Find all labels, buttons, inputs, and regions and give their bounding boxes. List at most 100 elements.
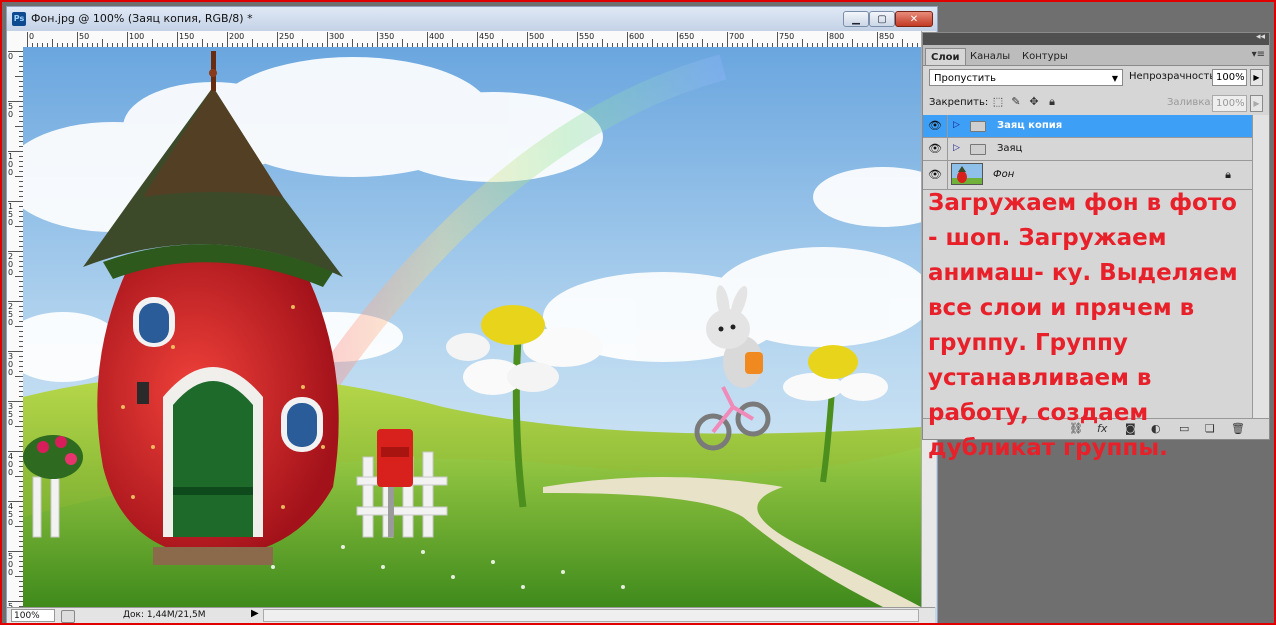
zoom-level-field[interactable]: 100%: [11, 609, 55, 622]
layer-thumbnail: [951, 163, 983, 185]
ruler-minor-tick: [15, 126, 23, 127]
ruler-minor-tick: [452, 39, 453, 47]
horizontal-scrollbar[interactable]: [263, 609, 919, 622]
lock-all-icon[interactable]: 🔒︎: [1045, 95, 1059, 109]
layer-lock-icon: 🔒︎: [1225, 168, 1231, 181]
panel-menu-icon[interactable]: ▾≡: [1252, 49, 1265, 60]
maximize-button[interactable]: ▢: [869, 11, 895, 27]
vertical-ruler[interactable]: 050100150200250300350400450500550: [7, 47, 24, 607]
opacity-field[interactable]: 100%: [1212, 69, 1247, 86]
ruler-minor-tick: [15, 276, 23, 277]
ruler-tick-label: 150: [8, 202, 14, 227]
layer-name: Заяц: [997, 143, 1023, 154]
ruler-minor-tick: [302, 39, 303, 47]
ruler-major-tick: [127, 32, 128, 47]
expand-arrow-icon[interactable]: ▷: [953, 143, 960, 153]
ruler-tick-label: 300: [329, 32, 345, 41]
lock-position-icon[interactable]: ✥: [1027, 95, 1041, 109]
opacity-arrow-icon[interactable]: ▶: [1250, 69, 1263, 86]
visibility-eye-icon[interactable]: 👁︎: [923, 138, 948, 160]
ruler-corner[interactable]: [7, 31, 24, 48]
layer-row-zayats[interactable]: 👁︎ ▷ Заяц: [923, 138, 1253, 161]
ruler-minor-tick: [152, 39, 153, 47]
ruler-major-tick: [527, 32, 528, 47]
ruler-minor-tick: [202, 39, 203, 47]
roses-bush: [23, 435, 83, 479]
ruler-tick-label: 500: [529, 32, 545, 41]
annotation-text: Загружаем фон в фото - шоп. Загружаем ан…: [928, 190, 1238, 461]
ruler-minor-tick: [15, 326, 23, 327]
ruler-tick-label: 150: [179, 32, 195, 41]
lock-transparent-pixels-icon[interactable]: ⬚: [991, 95, 1005, 109]
ruler-tick-label: 750: [779, 32, 795, 41]
ruler-major-tick: [627, 32, 628, 47]
minimize-button[interactable]: ▁: [843, 11, 869, 27]
ruler-tick-label: 450: [479, 32, 495, 41]
fill-field[interactable]: 100%: [1212, 95, 1247, 112]
ruler-minor-tick: [602, 39, 603, 47]
ruler-tick-label: 250: [8, 302, 14, 327]
blend-mode-select[interactable]: Пропустить ▼: [929, 69, 1123, 86]
ruler-tick-label: 550: [579, 32, 595, 41]
folder-icon: [970, 121, 986, 132]
document-titlebar[interactable]: Ps Фон.jpg @ 100% (Заяц копия, RGB/8) * …: [7, 7, 937, 31]
ruler-minor-tick: [352, 39, 353, 47]
visibility-eye-icon[interactable]: 👁︎: [923, 115, 948, 137]
image-canvas[interactable]: [23, 47, 921, 607]
tab-channels[interactable]: Каналы: [965, 48, 1015, 65]
layers-scrollbar[interactable]: [1252, 115, 1269, 421]
panel-header[interactable]: ◂◂: [923, 32, 1269, 45]
horizontal-ruler[interactable]: 0 50 100 150 200 250 300 350 400 450 500 550 600 650 7…: [23, 31, 921, 48]
ruler-major-tick: [427, 32, 428, 47]
ruler-minor-tick: [15, 576, 23, 577]
ruler-tick-label: 500: [8, 552, 14, 577]
lock-image-pixels-icon[interactable]: ✎: [1009, 95, 1023, 109]
tab-layers[interactable]: Слои: [925, 48, 966, 65]
fill-arrow-icon[interactable]: ▶: [1250, 95, 1263, 112]
ruler-tick-label: 300: [8, 352, 14, 377]
ruler-minor-tick: [15, 76, 23, 77]
visibility-eye-icon[interactable]: 👁︎: [923, 161, 948, 189]
expand-arrow-icon[interactable]: ▷: [953, 120, 960, 130]
ruler-major-tick: [227, 32, 228, 47]
ruler-major-tick: [727, 32, 728, 47]
status-menu-arrow-icon[interactable]: ▶: [251, 608, 259, 619]
close-button[interactable]: ✕: [895, 11, 933, 27]
ruler-tick-label: 200: [229, 32, 245, 41]
ruler-minor-tick: [15, 526, 23, 527]
document-size-info: Док: 1,44M/21,5M: [123, 610, 206, 620]
layer-name: Заяц копия: [997, 120, 1063, 131]
ruler-tick-label: 100: [8, 152, 14, 177]
ruler-tick-label: 0: [8, 52, 14, 61]
ruler-major-tick: [177, 32, 178, 47]
ruler-major-tick: [677, 32, 678, 47]
ruler-major-tick: [827, 32, 828, 47]
ruler-tick-label: 450: [8, 502, 14, 527]
tab-paths[interactable]: Контуры: [1017, 48, 1073, 65]
ruler-major-tick: [77, 32, 78, 47]
document-window: Ps Фон.jpg @ 100% (Заяц копия, RGB/8) * …: [6, 6, 938, 625]
status-bar: 100% Док: 1,44M/21,5M ▶: [7, 607, 935, 624]
ruler-minor-tick: [102, 39, 103, 47]
opacity-label: Непрозрачность:: [1129, 71, 1219, 82]
ruler-minor-tick: [15, 176, 23, 177]
panel-collapse-icon[interactable]: ◂◂: [1256, 32, 1265, 42]
ruler-major-tick: [327, 32, 328, 47]
ruler-minor-tick: [502, 39, 503, 47]
ruler-tick-label: 350: [8, 402, 14, 427]
ruler-tick-label: 0: [29, 32, 35, 41]
ruler-minor-tick: [652, 39, 653, 47]
fill-label: Заливка:: [1167, 97, 1214, 108]
ruler-tick-label: 700: [729, 32, 745, 41]
status-info-icon[interactable]: [61, 610, 75, 623]
ruler-major-tick: [477, 32, 478, 47]
ruler-tick-label: 250: [279, 32, 295, 41]
ruler-major-tick: [27, 32, 28, 47]
ruler-tick-label: 50: [79, 32, 90, 41]
ruler-minor-tick: [552, 39, 553, 47]
ruler-major-tick: [777, 32, 778, 47]
layer-row-zayats-kopiya[interactable]: 👁︎ ▷ Заяц копия: [923, 115, 1253, 138]
ruler-tick-label: 100: [129, 32, 145, 41]
lock-label: Закрепить:: [929, 97, 989, 108]
ruler-minor-tick: [852, 39, 853, 47]
